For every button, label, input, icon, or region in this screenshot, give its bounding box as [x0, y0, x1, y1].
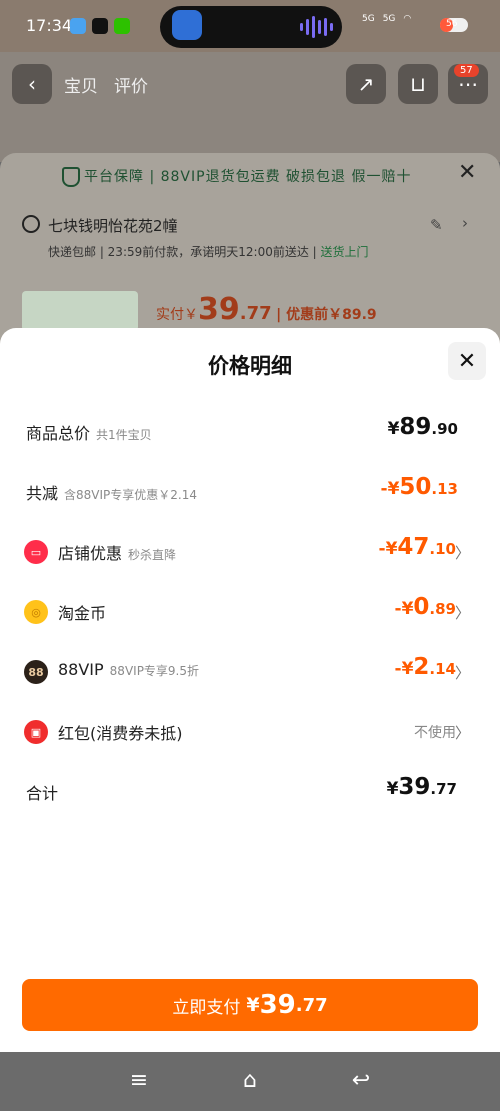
sheet-close-button[interactable]: ✕	[448, 342, 486, 380]
paid-int: 39	[198, 292, 240, 327]
tab-product[interactable]: 宝贝	[64, 72, 98, 97]
audio-wave-icon	[300, 16, 333, 38]
pay-int: 39	[259, 990, 296, 1020]
row-label: 商品总价 共1件宝贝	[26, 424, 152, 443]
notification-icons	[70, 18, 130, 34]
row-label: 88VIP 88VIP专享9.5折	[58, 660, 200, 679]
tab-reviews[interactable]: 评价	[114, 72, 148, 97]
vip-icon: 88	[24, 660, 48, 684]
tiktok-icon	[92, 18, 108, 34]
return-icon[interactable]: ↩	[347, 1068, 375, 1096]
row-label: 店铺优惠 秒杀直降	[58, 544, 177, 563]
row-label: 淘金币	[58, 604, 107, 623]
cart-icon[interactable]: ⊔	[398, 64, 438, 104]
row-amount: -¥50.13	[380, 474, 458, 500]
row-amount: ¥39.77	[386, 774, 457, 800]
row-label: 共减 含88VIP专享优惠￥2.14	[26, 484, 197, 503]
red-packet-icon: ▣	[24, 720, 48, 744]
row-red-packet[interactable]: ▣ 红包(消费券未抵) 不使用 〉	[0, 712, 500, 752]
store-icon: ▭	[24, 540, 48, 564]
wechat-icon	[114, 18, 130, 34]
pay-label: 立即支付	[172, 997, 241, 1018]
delivery-text: 快递包邮 | 23:59前付款，承诺明天12:00前送达 |	[48, 245, 317, 259]
close-icon: ✕	[457, 348, 477, 374]
row-amount: -¥0.89	[394, 594, 456, 620]
chevron-right-icon: 〉	[454, 724, 470, 742]
delivery-green-text: 送货上门	[320, 245, 369, 259]
sheet-title: 价格明细	[208, 354, 292, 378]
coin-icon: ◎	[24, 600, 48, 624]
product-thumbnail	[22, 291, 138, 331]
system-nav-bar: ≡ ⌂ ↩	[0, 1052, 500, 1111]
wifi-icon: ◠	[403, 14, 412, 24]
row-grand-total: 合计 ¥39.77	[0, 772, 500, 812]
status-time: 17:34	[26, 16, 73, 35]
row-total-discount: 共减 含88VIP专享优惠￥2.14 -¥50.13	[0, 472, 500, 512]
row-amount: -¥47.10	[378, 534, 456, 560]
recording-app-icon	[172, 10, 202, 40]
battery-icon: 56	[440, 18, 468, 32]
pay-currency: ¥	[246, 994, 260, 1016]
row-total-price: 商品总价 共1件宝贝 ¥89.90	[0, 412, 500, 452]
chevron-right-icon: 〉	[454, 604, 470, 622]
paid-dec: .77	[239, 303, 272, 324]
before-price: | 优惠前￥89.9	[276, 307, 377, 323]
pay-dec: .77	[295, 994, 328, 1016]
app-notification-icon	[70, 18, 86, 34]
share-icon[interactable]: ↗	[346, 64, 386, 104]
row-88vip[interactable]: 88 88VIP 88VIP专享9.5折 -¥2.14 〉	[0, 652, 500, 692]
chevron-right-icon: 〉	[454, 544, 470, 562]
paid-label: 实付￥	[156, 307, 198, 323]
battery-level: 56	[446, 19, 458, 29]
signal-5g-2: 5G	[382, 14, 396, 24]
home-icon[interactable]: ⌂	[236, 1068, 264, 1096]
close-icon[interactable]: ✕	[458, 160, 476, 185]
signal-indicators: 5G 5G ◠	[362, 14, 411, 24]
chevron-right-icon: 〉	[454, 664, 470, 682]
paid-amount: 实付￥39.77 | 优惠前￥89.9	[156, 292, 377, 327]
row-label: 合计	[26, 784, 59, 803]
red-packet-value: 不使用	[414, 725, 456, 741]
edit-icon[interactable]: ✎	[430, 216, 443, 234]
cart-badge: 57	[454, 64, 479, 77]
delivery-info: 快递包邮 | 23:59前付款，承诺明天12:00前送达 | 送货上门	[48, 243, 369, 260]
location-pin-icon	[22, 215, 40, 233]
row-label: 红包(消费券未抵)	[58, 724, 183, 743]
product-tabs: 宝贝 评价	[64, 72, 148, 97]
shield-icon	[62, 167, 80, 187]
row-amount: ¥89.90	[387, 414, 458, 440]
row-amount: -¥2.14	[394, 654, 456, 680]
guarantee-text: 平台保障 | 88VIP退货包运费 破损包退 假一赔十	[84, 169, 412, 185]
back-icon[interactable]: ‹	[12, 64, 52, 104]
address-text[interactable]: 七块钱明怡花苑2幢	[48, 215, 178, 236]
row-taobao-coin[interactable]: ◎ 淘金币 -¥0.89 〉	[0, 592, 500, 632]
menu-icon[interactable]: ≡	[125, 1068, 153, 1096]
signal-5g-1: 5G	[362, 14, 375, 24]
pay-now-button[interactable]: 立即支付 ¥ 39 .77	[22, 979, 478, 1031]
row-store-discount[interactable]: ▭ 店铺优惠 秒杀直降 -¥47.10 〉	[0, 532, 500, 572]
chevron-right-icon[interactable]: ›	[462, 214, 468, 232]
